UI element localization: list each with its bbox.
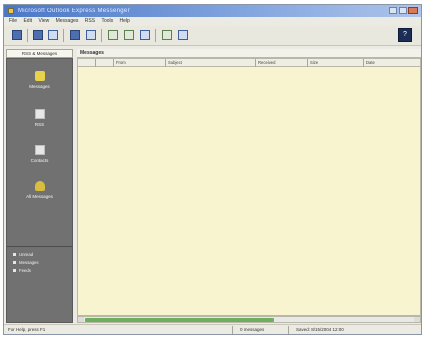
copy-icon[interactable]: [108, 30, 118, 40]
scroll-right-icon[interactable]: [414, 317, 420, 322]
bullet-icon: [13, 269, 16, 273]
sidebar-item-label: Contacts: [30, 158, 49, 163]
menu-messages[interactable]: Messages: [56, 17, 79, 26]
maximize-button[interactable]: [399, 7, 407, 14]
sidebar-item-messages[interactable]: Messages: [7, 71, 72, 89]
print-icon[interactable]: [86, 30, 96, 40]
column-header-subject[interactable]: Subject: [166, 59, 256, 67]
status-saved: Saved: 8/15/2004 12:00: [296, 327, 344, 332]
scrollbar-thumb[interactable]: [85, 318, 274, 322]
column-header-size[interactable]: Size: [308, 59, 364, 67]
column-header-from[interactable]: From: [114, 59, 166, 67]
sidebar-item-all-messages[interactable]: All Messages: [7, 181, 72, 199]
sidebar: Messages RSS Contacts All Messages Unrea…: [6, 58, 73, 323]
feed-icon: [34, 109, 45, 119]
link-icon[interactable]: [140, 30, 150, 40]
reply-icon[interactable]: [48, 30, 58, 40]
title-bar[interactable]: Microsoft Outlook Express Messenger: [4, 5, 421, 17]
legend-item[interactable]: Feeds: [13, 268, 31, 274]
sidebar-item-label: RSS: [34, 122, 45, 127]
sidebar-item-contacts[interactable]: Contacts: [7, 145, 72, 163]
menu-bar: File Edit View Messages RSS Tools Help: [4, 17, 421, 26]
menu-tools[interactable]: Tools: [101, 17, 113, 26]
status-help-text: For Help, press F1: [8, 327, 46, 332]
menu-file[interactable]: File: [9, 17, 17, 26]
status-count: 0 messages: [240, 327, 265, 332]
toolbar-separator: [63, 29, 64, 42]
find-icon[interactable]: [162, 30, 172, 40]
folder-icon: [34, 181, 45, 191]
sidebar-item-label: Messages: [29, 84, 50, 89]
toolbar: ?: [4, 26, 421, 46]
menu-help[interactable]: Help: [120, 17, 130, 26]
contacts-icon: [34, 145, 45, 155]
minimize-button[interactable]: [389, 7, 397, 14]
forward-icon[interactable]: [70, 30, 80, 40]
bullet-icon: [13, 253, 16, 257]
toolbar-separator: [27, 29, 28, 42]
legend-item[interactable]: Messages: [13, 260, 39, 266]
new-message-icon[interactable]: [33, 30, 43, 40]
menu-edit[interactable]: Edit: [23, 17, 32, 26]
status-bar: For Help, press F1 0 messages Saved: 8/1…: [4, 324, 421, 334]
sidebar-tab[interactable]: RSS & Messages: [6, 49, 73, 58]
toolbar-separator: [155, 29, 156, 42]
check-icon[interactable]: [124, 30, 134, 40]
checkmark-icon[interactable]: [178, 30, 188, 40]
sidebar-item-label: All Messages: [26, 194, 53, 199]
scroll-left-icon[interactable]: [78, 317, 84, 322]
menu-rss[interactable]: RSS: [85, 17, 95, 26]
column-header[interactable]: [96, 59, 114, 67]
sidebar-item-rss[interactable]: RSS: [7, 109, 72, 127]
column-header-row: From Subject Received Size Date: [78, 59, 420, 67]
message-list[interactable]: From Subject Received Size Date: [77, 58, 421, 316]
close-button[interactable]: [408, 7, 418, 14]
status-separator: [232, 326, 233, 334]
envelope-icon: [34, 71, 45, 81]
folder-title: Messages: [77, 49, 421, 58]
legend-item[interactable]: Unread: [13, 252, 33, 258]
horizontal-scrollbar[interactable]: [77, 316, 421, 323]
sidebar-divider: [7, 246, 72, 247]
column-header-received[interactable]: Received: [256, 59, 308, 67]
back-icon[interactable]: [12, 30, 22, 40]
help-icon[interactable]: ?: [398, 28, 412, 42]
bullet-icon: [13, 261, 16, 265]
column-header-date[interactable]: Date: [364, 59, 420, 67]
app-window: Microsoft Outlook Express Messenger File…: [3, 4, 422, 335]
window-title: Microsoft Outlook Express Messenger: [18, 8, 130, 14]
menu-view[interactable]: View: [38, 17, 49, 26]
status-separator: [288, 326, 289, 334]
toolbar-separator: [101, 29, 102, 42]
column-header[interactable]: [78, 59, 96, 67]
app-icon: [8, 8, 14, 14]
